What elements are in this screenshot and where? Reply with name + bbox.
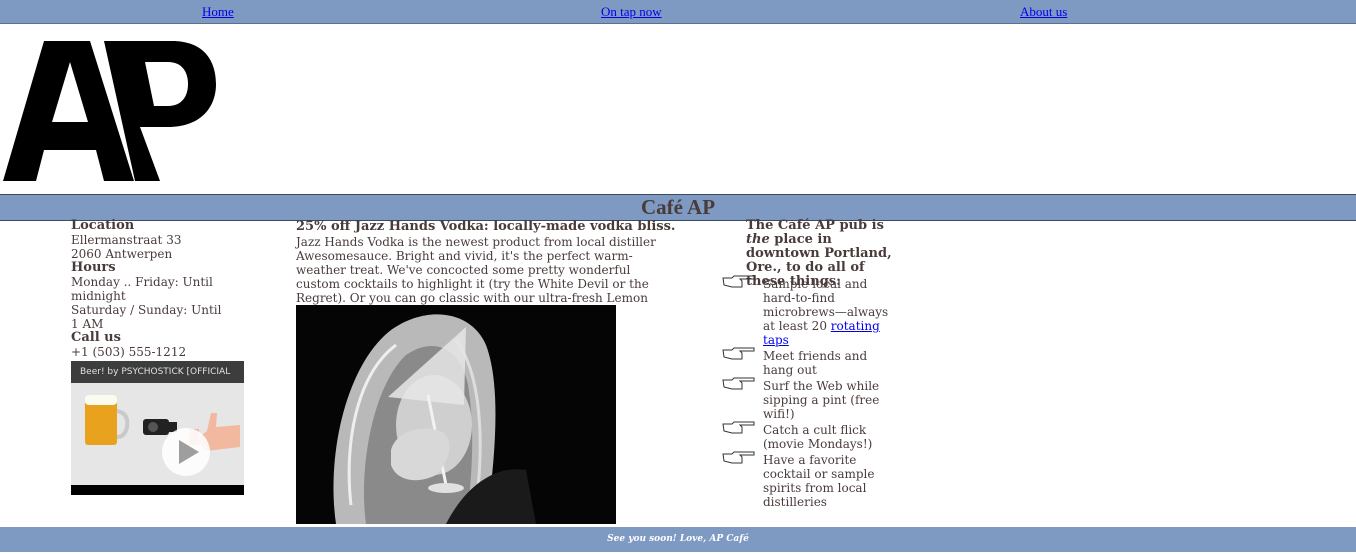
address-line2: 2060 Antwerpen — [71, 247, 173, 261]
video-thumbnail: Beer! by PSYCHOSTICK [OFFICIAL — [71, 361, 244, 485]
footer: See you soon! Love, AP Café — [0, 527, 1356, 552]
pointing-hand-icon — [722, 451, 755, 464]
site-title: Café AP — [640, 195, 716, 219]
promo-section: 25% off Jazz Hands Vodka: locally-made v… — [296, 219, 676, 319]
pointing-hand-icon — [722, 347, 755, 360]
contact-column: Location Ellermanstraat 33 2060 Antwerpe… — [71, 218, 231, 360]
pointing-hand-icon — [722, 421, 755, 434]
pub-activities: The Café AP pub is the place in downtown… — [722, 219, 896, 509]
phone-number: +1 (503) 555-1212 — [71, 345, 187, 359]
hours-weekday: Monday .. Friday: Until midnight — [71, 275, 213, 303]
nav-on-tap-link[interactable]: On tap now — [601, 4, 662, 20]
list-item: Surf the Web while sipping a pint (free … — [722, 377, 896, 421]
top-nav: Home On tap now About us — [0, 0, 1356, 24]
pointing-hand-icon — [722, 275, 755, 288]
footer-text: See you soon! Love, AP Café — [607, 534, 749, 544]
title-band: Café AP — [0, 194, 1356, 221]
list-item: Meet friends and hang out — [722, 347, 896, 377]
video-embed[interactable]: Beer! by PSYCHOSTICK [OFFICIAL — [71, 361, 244, 495]
call-heading: Call us — [71, 330, 121, 345]
list-item: Catch a cult flick (movie Mondays!) — [722, 421, 896, 451]
video-title: Beer! by PSYCHOSTICK [OFFICIAL — [71, 361, 244, 383]
address-line1: Ellermanstraat 33 — [71, 233, 182, 247]
activities-list: Sample local and hard-to-find microbrews… — [722, 275, 896, 511]
vodka-photo — [296, 305, 616, 524]
list-item: Sample local and hard-to-find microbrews… — [722, 275, 896, 347]
hours-weekend: Saturday / Sunday: Until 1 AM — [71, 303, 222, 331]
location-heading: Location — [71, 218, 135, 233]
list-item: Have a favorite cocktail or sample spiri… — [722, 451, 896, 509]
promo-heading: 25% off Jazz Hands Vodka: locally-made v… — [296, 219, 676, 234]
hours-heading: Hours — [71, 260, 116, 275]
nav-home-link[interactable]: Home — [202, 4, 234, 20]
ap-logo[interactable] — [0, 24, 222, 187]
nav-about-link[interactable]: About us — [1020, 4, 1067, 20]
pointing-hand-icon — [722, 377, 755, 390]
